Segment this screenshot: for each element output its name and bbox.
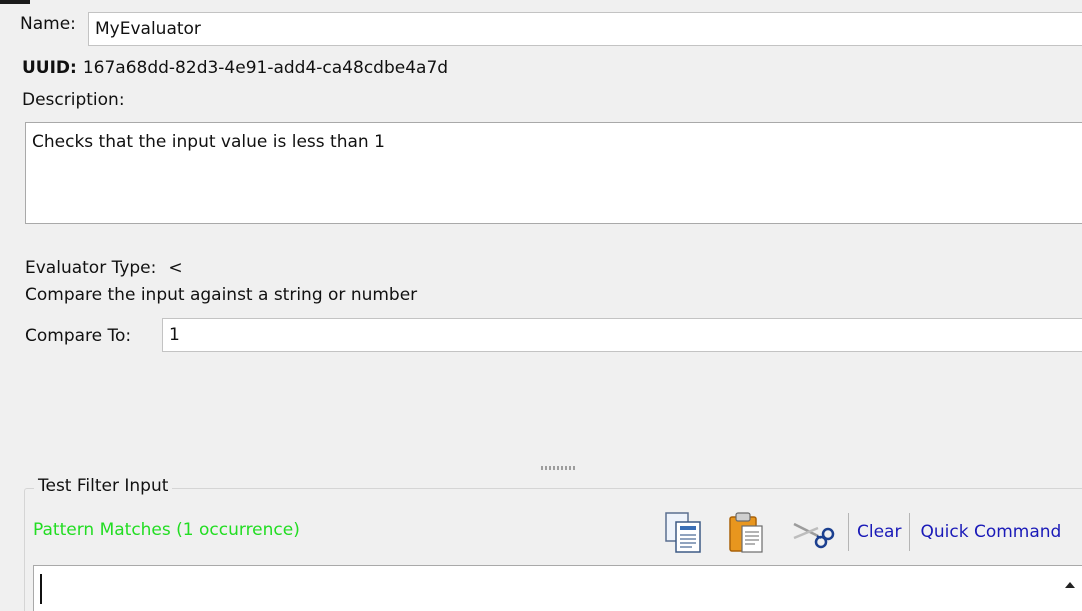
test-filter-input[interactable]: [33, 565, 1082, 611]
compare-to-field[interactable]: 1: [162, 318, 1082, 352]
evaluator-type-label: Evaluator Type:: [25, 258, 157, 278]
copy-icon[interactable]: [660, 510, 710, 554]
uuid-row: UUID: 167a68dd-82d3-4e91-add4-ca48cdbe4a…: [22, 58, 448, 78]
evaluator-editor: Name: MyEvaluator UUID: 167a68dd-82d3-4e…: [0, 0, 1082, 611]
evaluator-type-row: Evaluator Type: <: [25, 258, 183, 278]
description-value: Checks that the input value is less than…: [32, 132, 385, 152]
text-caret: [40, 574, 42, 604]
evaluator-type-description: Compare the input against a string or nu…: [25, 285, 418, 305]
cropped-header: [0, 0, 1082, 6]
toolbar-separator: [909, 513, 911, 551]
uuid-value: 167a68dd-82d3-4e91-add4-ca48cdbe4a7d: [82, 58, 449, 78]
quick-command-button[interactable]: Quick Command: [918, 522, 1063, 542]
pattern-match-status: Pattern Matches (1 occurrence): [33, 520, 300, 540]
name-row: Name:: [20, 14, 76, 34]
test-filter-toolbar: Clear Quick Command: [660, 510, 1063, 554]
clear-button[interactable]: Clear: [855, 522, 903, 542]
test-filter-title: Test Filter Input: [34, 476, 173, 496]
scroll-up-arrow-icon[interactable]: [1065, 582, 1075, 588]
uuid-label: UUID:: [22, 58, 77, 78]
name-label: Name:: [20, 14, 76, 34]
name-field[interactable]: MyEvaluator: [88, 12, 1082, 46]
compare-to-value: 1: [169, 325, 180, 345]
compare-to-label: Compare To:: [25, 326, 132, 346]
evaluator-type-value: <: [168, 258, 183, 278]
paste-icon[interactable]: [724, 510, 774, 554]
toolbar-separator: [848, 513, 849, 551]
splitter-handle[interactable]: [541, 466, 575, 470]
cut-icon[interactable]: [788, 510, 838, 554]
description-label: Description:: [22, 90, 125, 110]
name-value: MyEvaluator: [95, 19, 201, 39]
description-textarea[interactable]: Checks that the input value is less than…: [25, 122, 1082, 224]
